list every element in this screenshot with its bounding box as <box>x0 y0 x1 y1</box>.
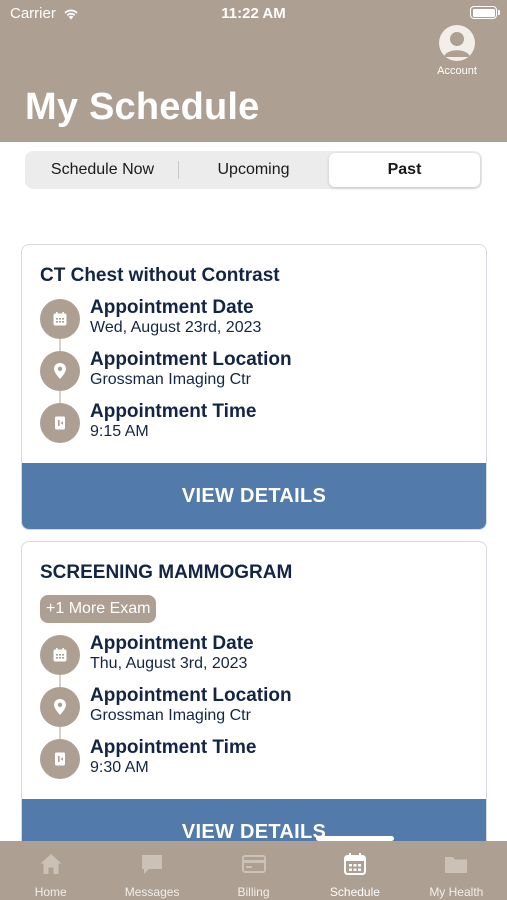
tab-messages-label: Messages <box>124 885 180 899</box>
status-bar: Carrier 11:22 AM <box>0 0 507 30</box>
appointment-time-value: 9:15 AM <box>90 423 149 440</box>
home-icon <box>40 854 62 874</box>
location-pin-icon <box>40 351 80 391</box>
location-pin-icon <box>40 687 80 727</box>
account-button[interactable]: Account <box>435 25 479 77</box>
avatar-icon <box>439 25 475 61</box>
appointment-date-row: Appointment Date Thu, August 3rd, 2023 <box>40 633 470 687</box>
door-enter-icon <box>40 403 80 443</box>
appointment-location-value: Grossman Imaging Ctr <box>90 371 251 388</box>
tab-home-label: Home <box>34 885 67 899</box>
status-time: 11:22 AM <box>221 5 286 22</box>
tab-billing[interactable]: Billing <box>203 841 304 900</box>
appointment-location-value: Grossman Imaging Ctr <box>90 707 251 724</box>
tab-schedule[interactable]: Schedule <box>304 841 405 900</box>
account-label: Account <box>437 65 477 77</box>
tab-my-health-label: My Health <box>429 885 484 899</box>
appointment-title: CT Chest without Contrast <box>40 265 280 286</box>
appointment-time-label: Appointment Time <box>90 401 257 422</box>
appointment-date-row: Appointment Date Wed, August 23rd, 2023 <box>40 297 470 351</box>
appointment-details: Appointment Date Wed, August 23rd, 2023 … <box>40 297 470 453</box>
appointment-location-label: Appointment Location <box>90 349 292 370</box>
segment-past[interactable]: Past <box>329 153 480 187</box>
tab-billing-label: Billing <box>237 885 270 899</box>
header-bar: Carrier 11:22 AM Account My Schedule <box>0 0 507 142</box>
calendar-icon <box>40 299 80 339</box>
tab-home[interactable]: Home <box>0 841 101 900</box>
page-title: My Schedule <box>25 86 260 128</box>
appointment-time-row: Appointment Time 9:15 AM <box>40 401 470 453</box>
folder-icon <box>445 857 468 873</box>
tab-schedule-label: Schedule <box>329 885 380 899</box>
calendar-icon <box>40 635 80 675</box>
segment-schedule-now[interactable]: Schedule Now <box>27 153 178 187</box>
home-indicator[interactable] <box>316 836 394 841</box>
appointment-time-value: 9:30 AM <box>90 759 149 776</box>
battery-icon <box>470 6 500 19</box>
appointment-date-label: Appointment Date <box>90 297 254 318</box>
appointment-details: Appointment Date Thu, August 3rd, 2023 A… <box>40 633 470 789</box>
tab-my-health[interactable]: My Health <box>406 841 507 900</box>
message-icon <box>142 855 163 874</box>
credit-card-icon <box>241 855 266 873</box>
schedule-segmented-control: Schedule Now Upcoming Past <box>25 151 482 189</box>
door-enter-icon <box>40 739 80 779</box>
tab-messages[interactable]: Messages <box>101 841 202 900</box>
view-details-button[interactable]: VIEW DETAILS <box>22 463 486 529</box>
appointment-location-row: Appointment Location Grossman Imaging Ct… <box>40 685 470 739</box>
appointment-date-value: Wed, August 23rd, 2023 <box>90 319 262 336</box>
appointment-time-row: Appointment Time 9:30 AM <box>40 737 470 789</box>
appointment-title: SCREENING MAMMOGRAM <box>40 562 293 583</box>
bottom-tab-bar: Home Messages Billing Schedule My Health <box>0 841 507 900</box>
calendar-icon <box>343 853 366 875</box>
appointment-time-label: Appointment Time <box>90 737 257 758</box>
appointment-date-label: Appointment Date <box>90 633 254 654</box>
appointment-location-label: Appointment Location <box>90 685 292 706</box>
appointment-card: CT Chest without Contrast Appointment Da… <box>21 244 487 530</box>
more-exams-badge[interactable]: +1 More Exam <box>40 595 157 623</box>
appointment-date-value: Thu, August 3rd, 2023 <box>90 655 248 672</box>
segment-upcoming[interactable]: Upcoming <box>178 153 329 187</box>
appointment-card: SCREENING MAMMOGRAM +1 More Exam Appoint… <box>21 541 487 861</box>
appointment-location-row: Appointment Location Grossman Imaging Ct… <box>40 349 470 403</box>
